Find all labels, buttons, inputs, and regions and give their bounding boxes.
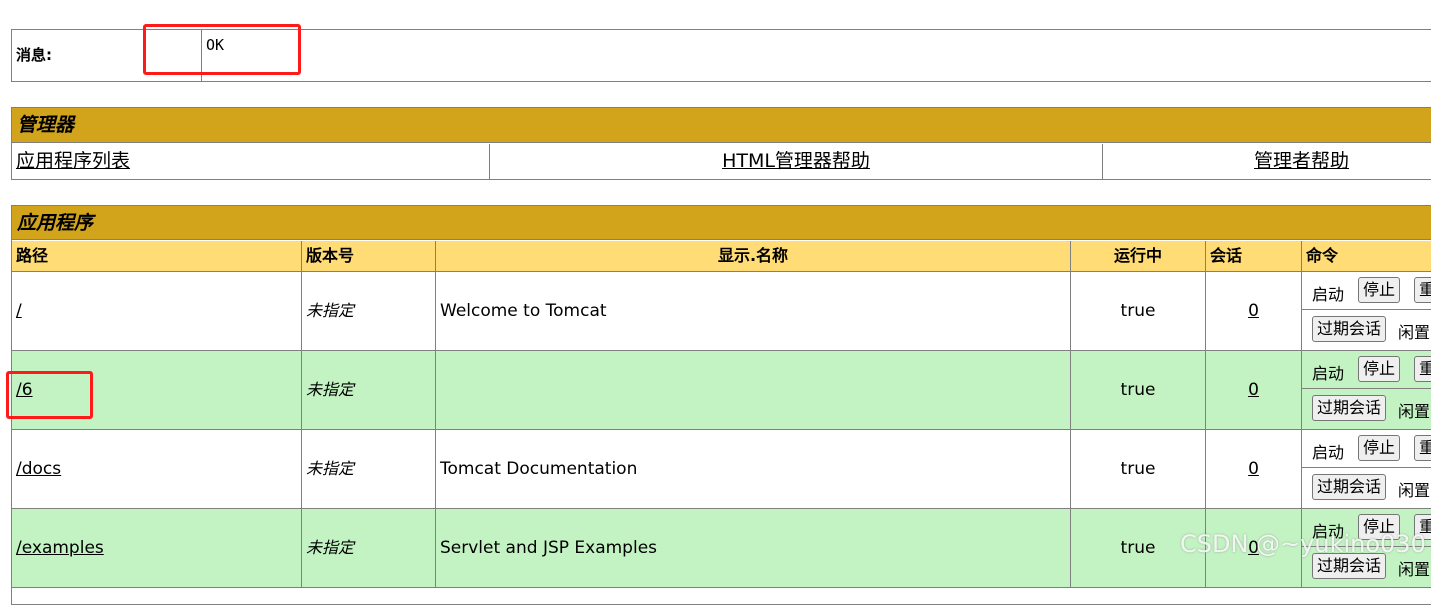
running-cell: true — [1071, 430, 1206, 508]
display-name-cell — [436, 351, 1071, 429]
commands-cell: 启动 停止 重 过期会话 闲置 — [1302, 272, 1431, 350]
sessions-link[interactable]: 0 — [1248, 301, 1259, 321]
display-name-cell: Tomcat Documentation — [436, 430, 1071, 508]
idle-label: 闲置 — [1398, 323, 1431, 342]
html-manager-help-link[interactable]: HTML管理器帮助 — [722, 150, 870, 172]
display-name-cell: Servlet and JSP Examples — [436, 509, 1071, 587]
manager-help-link[interactable]: 管理者帮助 — [1254, 150, 1349, 172]
version-cell: 未指定 — [302, 509, 436, 587]
table-row: /6 未指定 true 0 启动 停止 重 过期会话 闲置 — [12, 351, 1431, 430]
version-cell: 未指定 — [302, 430, 436, 508]
stop-button[interactable]: 停止 — [1358, 356, 1401, 382]
manager-table: 管理器 应用程序列表 HTML管理器帮助 管理者帮助 — [11, 107, 1431, 180]
expire-sessions-button[interactable]: 过期会话 — [1312, 316, 1387, 342]
app-list-link[interactable]: 应用程序列表 — [16, 150, 130, 172]
watermark: CSDN @~yukino030 — [1180, 530, 1426, 558]
commands-top: 启动 停止 重 — [1302, 272, 1431, 310]
stop-button[interactable]: 停止 — [1358, 435, 1401, 461]
path-link[interactable]: /examples — [16, 538, 104, 558]
path-cell: /examples — [12, 509, 302, 587]
commands-top: 启动 停止 重 — [1302, 351, 1431, 389]
expire-sessions-button[interactable]: 过期会话 — [1312, 395, 1387, 421]
start-label: 启动 — [1312, 364, 1345, 383]
commands-bottom: 过期会话 闲置 — [1302, 311, 1431, 350]
header-sessions: 会话 — [1206, 241, 1302, 271]
idle-label: 闲置 — [1398, 481, 1431, 500]
commands-bottom: 过期会话 闲置 — [1302, 390, 1431, 429]
reload-button[interactable]: 重 — [1414, 277, 1431, 303]
manager-cell-html-help: HTML管理器帮助 — [490, 144, 1103, 179]
header-display-name: 显示.名称 — [436, 241, 1071, 271]
display-name-cell: Welcome to Tomcat — [436, 272, 1071, 350]
commands-bottom: 过期会话 闲置 — [1302, 469, 1431, 508]
path-link[interactable]: / — [16, 301, 22, 321]
commands-cell: 启动 停止 重 过期会话 闲置 — [1302, 430, 1431, 508]
version-cell: 未指定 — [302, 272, 436, 350]
commands-cell: 启动 停止 重 过期会话 闲置 — [1302, 351, 1431, 429]
reload-button[interactable]: 重 — [1414, 356, 1431, 382]
sessions-cell: 0 — [1206, 351, 1302, 429]
start-label: 启动 — [1312, 285, 1345, 304]
sessions-link[interactable]: 0 — [1248, 380, 1259, 400]
path-cell: / — [12, 272, 302, 350]
header-running: 运行中 — [1071, 241, 1206, 271]
manager-cell-app-list: 应用程序列表 — [12, 144, 490, 179]
expire-sessions-button[interactable]: 过期会话 — [1312, 474, 1387, 500]
idle-label: 闲置 — [1398, 402, 1431, 421]
idle-label: 闲置 — [1398, 560, 1431, 579]
version-cell: 未指定 — [302, 351, 436, 429]
running-cell: true — [1071, 351, 1206, 429]
sessions-cell: 0 — [1206, 430, 1302, 508]
applications-header-row: 路径 版本号 显示.名称 运行中 会话 命令 — [12, 241, 1431, 272]
commands-top: 启动 停止 重 — [1302, 430, 1431, 468]
header-path: 路径 — [12, 241, 302, 271]
running-cell: true — [1071, 272, 1206, 350]
sessions-cell: 0 — [1206, 272, 1302, 350]
manager-title: 管理器 — [12, 108, 1431, 143]
path-link[interactable]: /docs — [16, 459, 61, 479]
start-label: 启动 — [1312, 443, 1345, 462]
manager-cell-help: 管理者帮助 — [1103, 144, 1431, 179]
table-row: /docs 未指定 Tomcat Documentation true 0 启动… — [12, 430, 1431, 509]
header-commands: 命令 — [1306, 246, 1339, 265]
table-row: / 未指定 Welcome to Tomcat true 0 启动 停止 重 过… — [12, 272, 1431, 351]
sessions-link[interactable]: 0 — [1248, 459, 1259, 479]
highlight-box-message — [143, 24, 301, 75]
applications-title: 应用程序 — [12, 206, 1431, 240]
reload-button[interactable]: 重 — [1414, 435, 1431, 461]
path-cell: /docs — [12, 430, 302, 508]
highlight-box-path — [6, 371, 93, 419]
stop-button[interactable]: 停止 — [1358, 277, 1401, 303]
header-version: 版本号 — [302, 241, 436, 271]
